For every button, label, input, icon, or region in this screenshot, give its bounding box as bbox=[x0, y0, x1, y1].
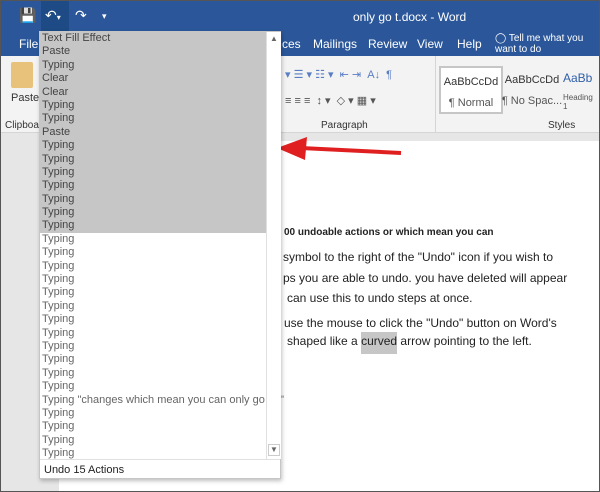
undo-list-item[interactable]: Paste bbox=[40, 45, 266, 59]
style-heading-1[interactable]: AaBb Heading 1 bbox=[563, 66, 599, 114]
customize-icon[interactable]: ▾ bbox=[102, 11, 107, 22]
undo-list-item[interactable]: Clear bbox=[40, 85, 266, 99]
tab-references[interactable]: ces bbox=[282, 37, 301, 51]
style-no-spacing[interactable]: AaBbCcDd ¶ No Spac... bbox=[500, 66, 564, 114]
red-arrow-annotation bbox=[277, 137, 402, 160]
undo-list-item[interactable]: Typing bbox=[40, 246, 266, 259]
highlighted-word: curved bbox=[361, 332, 398, 354]
undo-list-item[interactable]: Paste bbox=[40, 125, 266, 140]
undo-list-item[interactable]: Typing bbox=[40, 98, 266, 113]
tab-mailings[interactable]: Mailings bbox=[313, 37, 357, 51]
undo-list-item[interactable]: Text Fill Effect bbox=[40, 32, 266, 46]
undo-list-item[interactable]: Typing bbox=[40, 152, 266, 166]
undo-list-item[interactable]: Clear bbox=[40, 72, 266, 86]
undo-list-item[interactable]: Typing bbox=[40, 112, 266, 126]
tell-me-search[interactable]: ◯ Tell me what you want to do bbox=[495, 33, 597, 55]
undo-list-item[interactable]: Typing bbox=[40, 420, 266, 433]
lightbulb-icon: ◯ bbox=[495, 33, 507, 44]
tab-help[interactable]: Help bbox=[457, 37, 482, 51]
undo-list-item[interactable]: Typing bbox=[40, 192, 266, 207]
undo-list[interactable]: Text Fill Effect Paste Typing Clear Clear Typ… bbox=[40, 32, 284, 459]
undo-list-item[interactable]: Typing bbox=[40, 139, 266, 153]
redo-icon[interactable]: ↷ bbox=[75, 7, 87, 24]
window-title: only go t.docx - Word bbox=[353, 10, 467, 24]
undo-list-item[interactable]: Typing bbox=[40, 58, 266, 73]
undo-list-item[interactable]: Typing bbox=[40, 286, 266, 299]
undo-list-item[interactable]: Typing bbox=[40, 273, 266, 286]
scroll-down-icon[interactable]: ▼ bbox=[268, 444, 280, 456]
styles-group-label: Styles bbox=[548, 120, 576, 131]
scrollbar[interactable]: ▲ ▼ bbox=[266, 32, 281, 459]
undo-icon[interactable]: ↶▾ bbox=[41, 1, 69, 32]
undo-list-item[interactable]: Typing bbox=[40, 340, 266, 353]
align-buttons[interactable]: ≡ ≡ ≡ ↕ ▾ ◇ ▾ ▦ ▾ bbox=[285, 94, 376, 107]
undo-list-item[interactable]: Typing bbox=[40, 219, 266, 233]
tab-view[interactable]: View bbox=[417, 37, 443, 51]
doc-line: shaped like a curved arrow pointing to t… bbox=[287, 332, 600, 354]
undo-list-item[interactable]: Typing bbox=[40, 206, 266, 220]
undo-list-item[interactable]: Typing bbox=[40, 380, 266, 393]
paragraph-group-label: Paragraph bbox=[321, 120, 368, 131]
doc-line: can use this to undo steps at once. bbox=[287, 291, 473, 305]
undo-list-item[interactable]: Typing bbox=[40, 434, 266, 447]
doc-line: symbol to the right of the "Undo" icon i… bbox=[283, 250, 553, 264]
undo-list-item[interactable]: Typing bbox=[40, 260, 266, 273]
undo-list-item[interactable]: Typing bbox=[40, 313, 266, 326]
clipboard-icon bbox=[11, 62, 33, 88]
doc-heading: 00 undoable actions or which mean you ca… bbox=[284, 227, 494, 238]
undo-list-item[interactable]: Typing bbox=[40, 233, 266, 246]
undo-list-item[interactable]: Typing bbox=[40, 407, 266, 420]
list-buttons[interactable]: ▾ ☰ ▾ ☷ ▾ ⇤ ⇥ A↓ ¶ bbox=[285, 68, 392, 81]
scroll-up-icon[interactable]: ▲ bbox=[267, 34, 281, 43]
undo-list-item[interactable]: Typing bbox=[40, 165, 266, 180]
style-normal[interactable]: AaBbCcDd ¶ Normal bbox=[439, 66, 503, 114]
title-bar: 💾 ↶▾ ↷ ▾ only go t.docx - Word bbox=[1, 1, 599, 32]
undo-history-dropdown: Text Fill Effect Paste Typing Clear Clear Typ… bbox=[39, 31, 284, 479]
undo-list-item[interactable]: Typing bbox=[40, 300, 266, 313]
undo-list-item[interactable]: Typing bbox=[40, 327, 266, 340]
paste-button[interactable]: Paste bbox=[11, 92, 39, 104]
undo-list-item[interactable]: Typing bbox=[40, 353, 266, 366]
undo-count-label: Undo 15 Actions bbox=[40, 459, 280, 479]
tab-file[interactable]: File bbox=[19, 37, 38, 51]
undo-list-item[interactable]: Typing bbox=[40, 367, 266, 380]
doc-line: ps you are able to undo. you have delete… bbox=[283, 271, 568, 285]
save-icon[interactable]: 💾 bbox=[19, 7, 36, 24]
undo-list-item[interactable]: Typing bbox=[40, 179, 266, 193]
tab-review[interactable]: Review bbox=[368, 37, 407, 51]
doc-line: use the mouse to click the "Undo" button… bbox=[284, 316, 557, 330]
undo-list-item[interactable]: Typing "changes which mean you can only … bbox=[40, 394, 284, 407]
